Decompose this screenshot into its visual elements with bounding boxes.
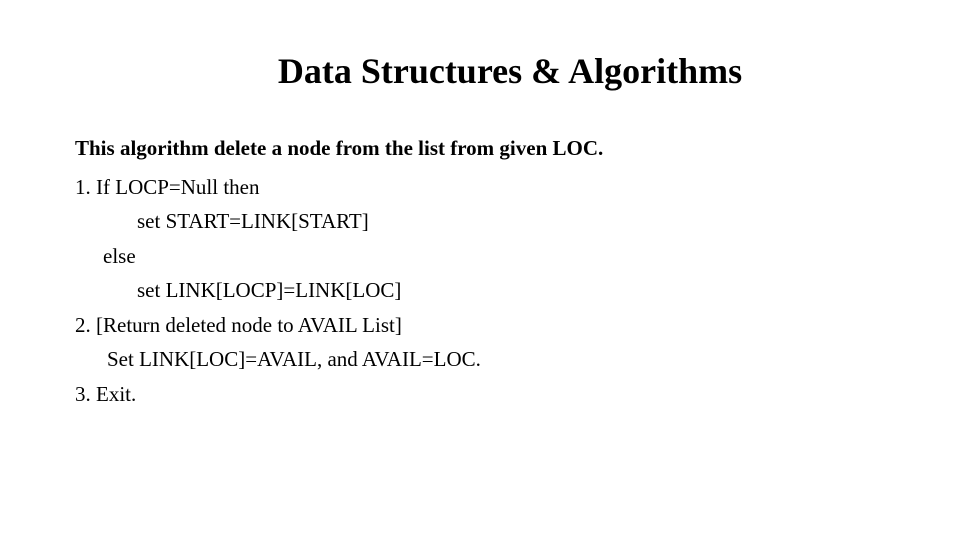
page-title: Data Structures & Algorithms [75,50,885,92]
step-2: 2. [Return deleted node to AVAIL List] [75,309,885,342]
step-1: 1. If LOCP=Null then [75,171,885,204]
step-1-then: set START=LINK[START] [75,205,885,238]
intro-text: This algorithm delete a node from the li… [75,132,885,165]
step-1-else-body: set LINK[LOCP]=LINK[LOC] [75,274,885,307]
step-1-else: else [75,240,885,273]
step-3: 3. Exit. [75,378,885,411]
step-2-body: Set LINK[LOC]=AVAIL, and AVAIL=LOC. [75,343,885,376]
algorithm-content: This algorithm delete a node from the li… [75,132,885,410]
